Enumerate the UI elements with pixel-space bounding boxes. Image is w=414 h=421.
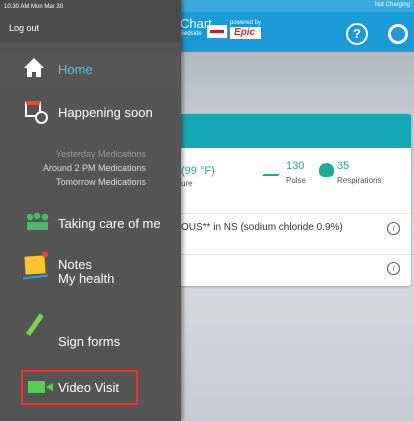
- info-icon[interactable]: i: [387, 222, 400, 235]
- yesterday-medications[interactable]: Yesterday Medications: [0, 147, 146, 161]
- charging-status: Not Charging: [374, 2, 410, 8]
- powered-by-text: powered by: [230, 20, 262, 26]
- drawer-header: 10:30 AM Mon Mar 30 Log out: [0, 0, 181, 42]
- sidebar-item-label: My health: [58, 271, 115, 286]
- temperature-label: ure: [181, 179, 193, 188]
- sidebar-item-label: Taking care of me: [58, 216, 161, 231]
- happening-soon-list: Yesterday Medications Around 2 PM Medica…: [0, 147, 146, 189]
- home-icon: [24, 58, 44, 68]
- clock-icon: [35, 111, 48, 124]
- respirations-label: Respirations: [337, 176, 382, 185]
- epic-logo-text: Epic: [230, 27, 262, 39]
- sidebar-item-label: Home: [58, 62, 93, 77]
- temperature-value: (99 °F): [181, 165, 215, 177]
- gear-icon[interactable]: [388, 24, 408, 44]
- status-time: 10:30 AM Mon Mar 30: [4, 4, 64, 10]
- care-team-icon: [25, 213, 50, 230]
- pulse-label: Pulse: [286, 176, 307, 185]
- navigation-drawer: 10:30 AM Mon Mar 30 Log out Home Happeni…: [0, 0, 181, 421]
- around-2pm-medications[interactable]: Around 2 PM Medications: [0, 161, 146, 175]
- help-icon[interactable]: ?: [346, 23, 368, 45]
- lungs-icon: [319, 163, 334, 177]
- medication-name: OUS** in NS (sodium chloride 0.9%): [181, 222, 343, 233]
- sidebar-item-label: Video Visit: [58, 380, 119, 395]
- info-icon[interactable]: i: [387, 262, 400, 275]
- pulse-value: 130: [286, 160, 305, 172]
- patient-summary-card: (99 °F) ure 130 Pulse 35 Respirations OU…: [164, 114, 411, 286]
- flag-logo: [207, 25, 227, 38]
- sidebar-item-label: Sign forms: [58, 334, 121, 349]
- epic-logo: powered by Epic: [230, 20, 262, 39]
- pulse-icon: [262, 166, 284, 176]
- vitals-row: (99 °F) ure 130 Pulse 35 Respirations: [164, 160, 411, 202]
- home-icon: [32, 72, 36, 77]
- respirations-value: 35: [337, 160, 350, 172]
- logout-link[interactable]: Log out: [9, 23, 39, 33]
- sidebar-item-label: Happening soon: [58, 105, 153, 120]
- video-camera-icon: [28, 381, 53, 393]
- tomorrow-medications[interactable]: Tomorrow Medications: [0, 175, 146, 189]
- medication-row[interactable]: i: [164, 254, 411, 287]
- card-header: [164, 114, 411, 148]
- medication-row[interactable]: OUS** in NS (sodium chloride 0.9%) i: [164, 213, 411, 254]
